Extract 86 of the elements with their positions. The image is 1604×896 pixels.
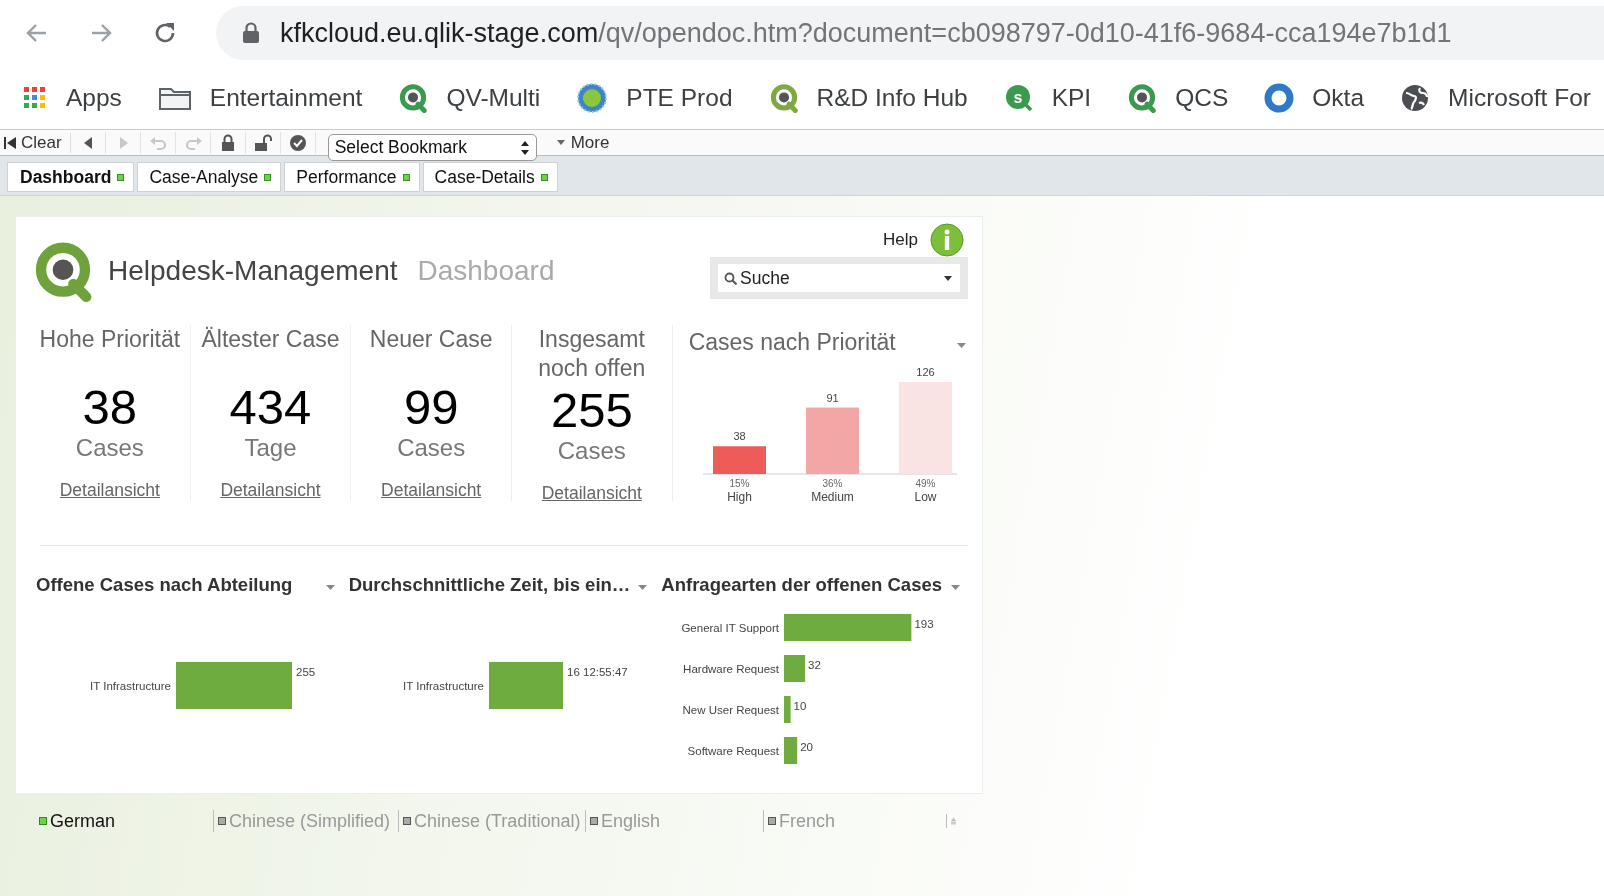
url-text: kfkcloud.eu.qlik-stage.com/qv/opendoc.htm?document=cb098797-0d10-41f6-9684-cca194e7b1d1	[280, 17, 1452, 49]
percent-label: 36%	[822, 478, 843, 489]
bookmark-dropdown[interactable]: Select Bookmark	[327, 134, 537, 161]
chart-title: Cases nach Priorität	[688, 329, 896, 356]
sheet-tab[interactable]: Dashboard	[7, 162, 135, 192]
bookmark-item[interactable]: R&D Info Hub	[768, 82, 968, 113]
language-option[interactable]: German	[35, 810, 213, 832]
info-icon[interactable]	[930, 223, 964, 257]
kpi-unit: Cases	[397, 434, 466, 462]
axis-label: Low	[914, 490, 937, 504]
chart-bar[interactable]	[805, 407, 859, 474]
value-label: 91	[826, 391, 839, 404]
chart-bar[interactable]	[784, 655, 806, 682]
detail-link[interactable]: Detailansicht	[220, 480, 321, 501]
checkmark-icon[interactable]	[288, 133, 307, 152]
scroll-arrow-icon[interactable]	[946, 814, 956, 828]
kpi-value: 99	[403, 380, 459, 434]
chart-bar[interactable]	[784, 696, 791, 723]
caret-icon[interactable]	[944, 276, 952, 281]
axis-label: Medium	[810, 490, 854, 504]
help-link[interactable]: Help	[883, 230, 918, 250]
kpi-value: 38	[82, 380, 138, 434]
qlik-logo-icon	[398, 82, 429, 113]
clear-button[interactable]: Clear	[4, 132, 71, 153]
bookmark-item[interactable]: Entertainment	[157, 83, 363, 112]
bookmark-item[interactable]: Apps	[22, 83, 122, 112]
kpi-unit: Tage	[244, 434, 297, 462]
qlik-logo-icon	[768, 82, 799, 113]
skip-back-icon	[4, 135, 18, 150]
updown-arrows-icon	[519, 139, 530, 156]
grid-icon	[22, 84, 48, 111]
detail-link[interactable]: Detailansicht	[541, 483, 642, 504]
caret-icon	[556, 139, 565, 146]
kpi-title: Insgesamt noch offen	[537, 325, 647, 381]
ring-icon	[1264, 82, 1295, 113]
sheet-title: Dashboard	[417, 255, 555, 287]
value-label: 38	[733, 430, 746, 443]
bookmark-item[interactable]: QCS	[1127, 82, 1229, 113]
sheet-tab[interactable]: Case-Analyse	[137, 162, 282, 192]
axis-label: Software Request	[687, 744, 780, 757]
value-label: 32	[808, 659, 822, 671]
kpi-title: Neuer Case	[368, 325, 494, 354]
axis-label: IT Infrastructure	[402, 679, 484, 692]
axis-label: New User Request	[682, 703, 780, 716]
globe-icon	[1400, 82, 1431, 113]
percent-label: 49%	[915, 478, 936, 489]
chart-title: Offene Cases nach Abteilung	[36, 574, 293, 596]
bookmark-item[interactable]: PTE Prod	[576, 81, 733, 114]
sheet-tab[interactable]: Case-Details	[422, 162, 558, 192]
padlock-icon	[242, 22, 260, 44]
app-title: Helpdesk-Management	[108, 255, 398, 287]
bookmark-item[interactable]: QV-Multi	[398, 82, 541, 113]
axis-label: Hardware Request	[683, 662, 780, 675]
detail-link[interactable]: Detailansicht	[59, 480, 160, 501]
kpi-unit: Cases	[557, 437, 626, 465]
value-label: 20	[800, 741, 814, 753]
axis-label: High	[726, 490, 752, 504]
kpi-value: 255	[550, 383, 633, 437]
chart-title: Durchschnittliche Zeit, bis ein…	[348, 574, 631, 596]
axis-label: General IT Support	[681, 621, 780, 634]
axis-label: IT Infrastructure	[90, 679, 171, 692]
value-label: 16 12:55:47	[566, 666, 628, 678]
value-label: 193	[914, 618, 934, 630]
kpi-value: 434	[229, 380, 312, 434]
percent-label: 15%	[729, 478, 750, 489]
search-field[interactable]: Suche	[718, 264, 960, 292]
address-bar[interactable]: kfkcloud.eu.qlik-stage.com/qv/opendoc.htm?document=cb098797-0d10-41f6-9684-cca194e7b1d1	[216, 6, 1604, 60]
bookmark-item[interactable]: s KPI	[1003, 82, 1092, 113]
more-button[interactable]: More	[550, 131, 616, 154]
detail-link[interactable]: Detailansicht	[381, 480, 482, 501]
chart-bar[interactable]	[784, 737, 798, 764]
value-label: 126	[915, 366, 935, 378]
bookmark-item[interactable]: Microsoft For	[1400, 82, 1591, 113]
kpi-title: Ältester Case	[200, 325, 341, 354]
kpi-unit: Cases	[75, 434, 144, 462]
chart-bar[interactable]	[712, 446, 766, 474]
bookmark-item[interactable]: Okta	[1264, 82, 1365, 113]
open-padlock-icon[interactable]	[253, 133, 272, 152]
globe-icon	[576, 81, 609, 114]
search-icon	[724, 272, 737, 285]
chart-title: Anfragearten der offenen Cases	[661, 574, 942, 596]
value-label: 10	[793, 700, 807, 712]
qlik-logo-icon	[1127, 82, 1158, 113]
kpi-title: Hohe Priorität	[38, 325, 182, 354]
sheet-tab[interactable]: Performance	[284, 162, 420, 192]
value-label: 255	[296, 666, 316, 678]
